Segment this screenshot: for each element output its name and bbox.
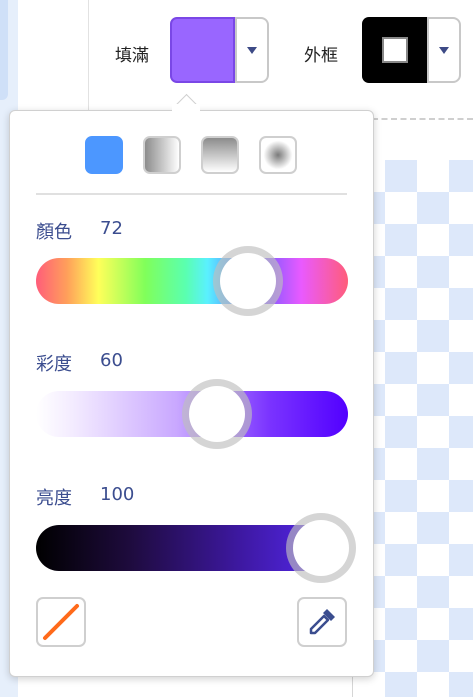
eyedropper-icon [309,609,335,635]
no-color-button[interactable] [36,597,86,647]
popover-divider [36,193,347,195]
outline-color-picker[interactable] [362,17,461,83]
canvas-boundary [372,118,473,120]
saturation-knob [189,386,245,442]
toolbar-divider [88,0,89,110]
pointer-mask [172,104,200,116]
outline-inner-icon [381,37,408,63]
outline-color-swatch[interactable] [362,17,427,83]
brightness-knob [293,520,349,576]
fill-dropdown-button[interactable] [235,19,267,81]
hue-value: 72 [100,218,123,239]
hue-knob [220,253,276,309]
fill-color-picker[interactable] [170,17,269,83]
eyedropper-button[interactable] [297,597,347,647]
saturation-value: 60 [100,350,123,371]
vertical-gradient-button[interactable] [201,136,239,174]
fill-color-swatch[interactable] [170,17,235,83]
no-color-icon [43,604,79,640]
saturation-slider-handle[interactable] [182,379,252,449]
hue-slider[interactable] [36,258,348,304]
saturation-label: 彩度 [36,354,72,375]
outline-dropdown-button[interactable] [427,19,459,81]
solid-fill-button[interactable] [85,136,123,174]
left-panel-tab [0,0,8,100]
hue-slider-handle[interactable] [213,246,283,316]
chevron-down-icon [247,46,257,54]
outline-label: 外框 [304,46,338,66]
hue-label: 顏色 [36,222,72,243]
horizontal-gradient-button[interactable] [143,136,181,174]
brightness-label: 亮度 [36,488,72,509]
chevron-down-icon [439,46,449,54]
brightness-slider-handle[interactable] [286,513,356,583]
brightness-value: 100 [100,484,135,505]
fill-label: 填滿 [115,46,149,66]
radial-gradient-button[interactable] [259,136,297,174]
